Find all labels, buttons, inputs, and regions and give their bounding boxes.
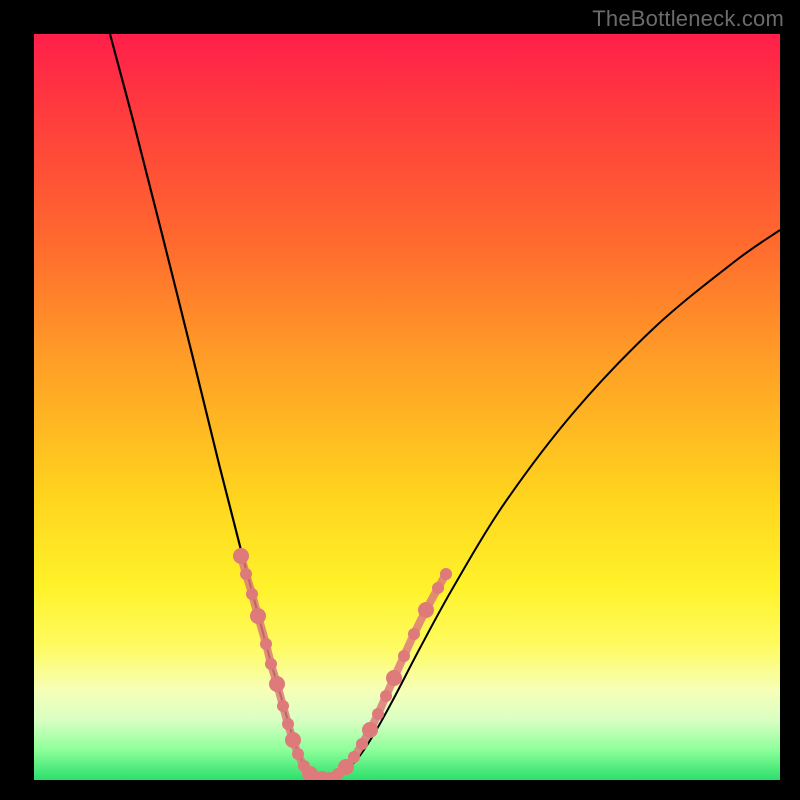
marker-dot (386, 670, 402, 686)
marker-dot (372, 708, 384, 720)
markers-right (314, 568, 452, 780)
marker-dot (246, 588, 258, 600)
watermark-text: TheBottleneck.com (592, 6, 784, 32)
plot-area (34, 34, 780, 780)
chart-frame: TheBottleneck.com (0, 0, 800, 800)
marker-dot (432, 582, 444, 594)
marker-dot (408, 628, 420, 640)
marker-dot (282, 718, 294, 730)
marker-dot (269, 676, 285, 692)
marker-dot (380, 690, 392, 702)
chart-svg (34, 34, 780, 780)
marker-dot (260, 638, 272, 650)
marker-dot (277, 700, 289, 712)
marker-dot (440, 568, 452, 580)
marker-dot (362, 722, 378, 738)
marker-dot (398, 650, 410, 662)
marker-dot (418, 602, 434, 618)
curve-left (110, 34, 322, 779)
marker-dot (356, 738, 368, 750)
markers-left (233, 548, 328, 780)
marker-dot (233, 548, 249, 564)
marker-dot (285, 732, 301, 748)
marker-dot (292, 748, 304, 760)
marker-dot (250, 608, 266, 624)
marker-dot (348, 751, 360, 763)
marker-dot (265, 658, 277, 670)
marker-dot (240, 568, 252, 580)
